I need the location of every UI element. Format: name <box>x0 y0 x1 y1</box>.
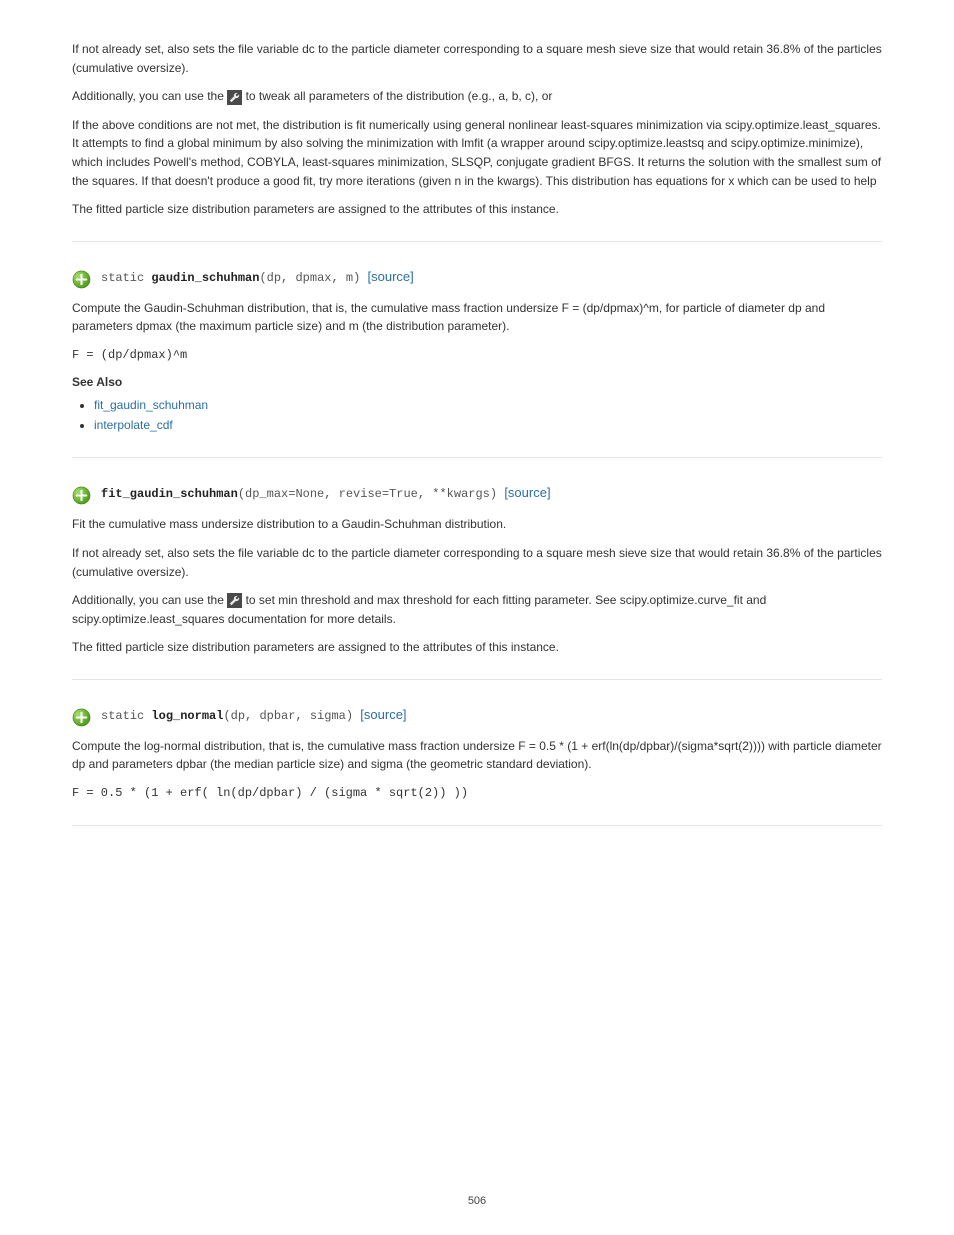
decl-name: log_normal <box>151 709 223 723</box>
entry-title: fit_gaudin_schuhman(dp_max=None, revise=… <box>101 484 551 503</box>
page-number: 506 <box>0 1195 954 1207</box>
text-before-wrench: Additionally, you can use the <box>72 593 227 607</box>
paragraph: Compute the Gaudin-Schuhman distribution… <box>72 299 882 336</box>
source-link[interactable]: [source] <box>360 707 406 722</box>
plus-icon <box>72 270 91 289</box>
section-body-gaudin-schuhman: Compute the Gaudin-Schuhman distribution… <box>72 299 882 436</box>
plus-icon <box>72 708 91 727</box>
see-also-link[interactable]: interpolate_cdf <box>94 418 173 432</box>
decl-prefix: static <box>101 271 151 285</box>
decl-name: gaudin_schuhman <box>151 271 259 285</box>
paragraph: Additionally, you can use the to tweak a… <box>72 87 882 106</box>
see-also: See Also fit_gaudin_schuhman interpolate… <box>72 375 882 436</box>
paragraph: If not already set, also sets the file v… <box>72 40 882 77</box>
equation: F = 0.5 * (1 + erf( ln(dp/dpbar) / (sigm… <box>72 784 882 803</box>
section-body-fit-gaudin-schuhman: Fit the cumulative mass undersize distri… <box>72 515 882 657</box>
divider <box>72 241 882 242</box>
wrench-icon <box>227 90 242 105</box>
divider <box>72 457 882 458</box>
text-after-wrench: to tweak all parameters of the distribut… <box>246 89 553 103</box>
paragraph: Fit the cumulative mass undersize distri… <box>72 515 882 534</box>
entry-header-fit-gaudin-schuhman: fit_gaudin_schuhman(dp_max=None, revise=… <box>72 484 882 505</box>
divider <box>72 825 882 826</box>
wrench-icon <box>227 593 242 608</box>
source-link[interactable]: [source] <box>504 485 550 500</box>
see-also-link[interactable]: fit_gaudin_schuhman <box>94 398 208 412</box>
paragraph: Additionally, you can use the to set min… <box>72 591 882 628</box>
see-also-item: fit_gaudin_schuhman <box>94 395 882 415</box>
decl-name: fit_gaudin_schuhman <box>101 487 238 501</box>
plus-icon <box>72 486 91 505</box>
equation: F = (dp/dpmax)^m <box>72 346 882 365</box>
decl-signature: (dp_max=None, revise=True, **kwargs) <box>238 487 497 501</box>
paragraph: The fitted particle size distribution pa… <box>72 200 882 219</box>
paragraph: Compute the log-normal distribution, tha… <box>72 737 882 774</box>
see-also-heading: See Also <box>72 375 882 389</box>
entry-title: static gaudin_schuhman(dp, dpmax, m) [so… <box>101 268 414 287</box>
entry-header-log-normal: static log_normal(dp, dpbar, sigma) [sou… <box>72 706 882 727</box>
source-link[interactable]: [source] <box>368 269 414 284</box>
decl-prefix: static <box>101 709 151 723</box>
entry-header-gaudin-schuhman: static gaudin_schuhman(dp, dpmax, m) [so… <box>72 268 882 289</box>
see-also-item: interpolate_cdf <box>94 415 882 435</box>
decl-signature: (dp, dpbar, sigma) <box>223 709 353 723</box>
paragraph: The fitted particle size distribution pa… <box>72 638 882 657</box>
divider <box>72 679 882 680</box>
section-continuation: If not already set, also sets the file v… <box>72 40 882 219</box>
paragraph: If not already set, also sets the file v… <box>72 544 882 581</box>
decl-signature: (dp, dpmax, m) <box>259 271 360 285</box>
text-before-wrench: Additionally, you can use the <box>72 89 227 103</box>
entry-title: static log_normal(dp, dpbar, sigma) [sou… <box>101 706 407 725</box>
section-body-log-normal: Compute the log-normal distribution, tha… <box>72 737 882 803</box>
paragraph: If the above conditions are not met, the… <box>72 116 882 190</box>
